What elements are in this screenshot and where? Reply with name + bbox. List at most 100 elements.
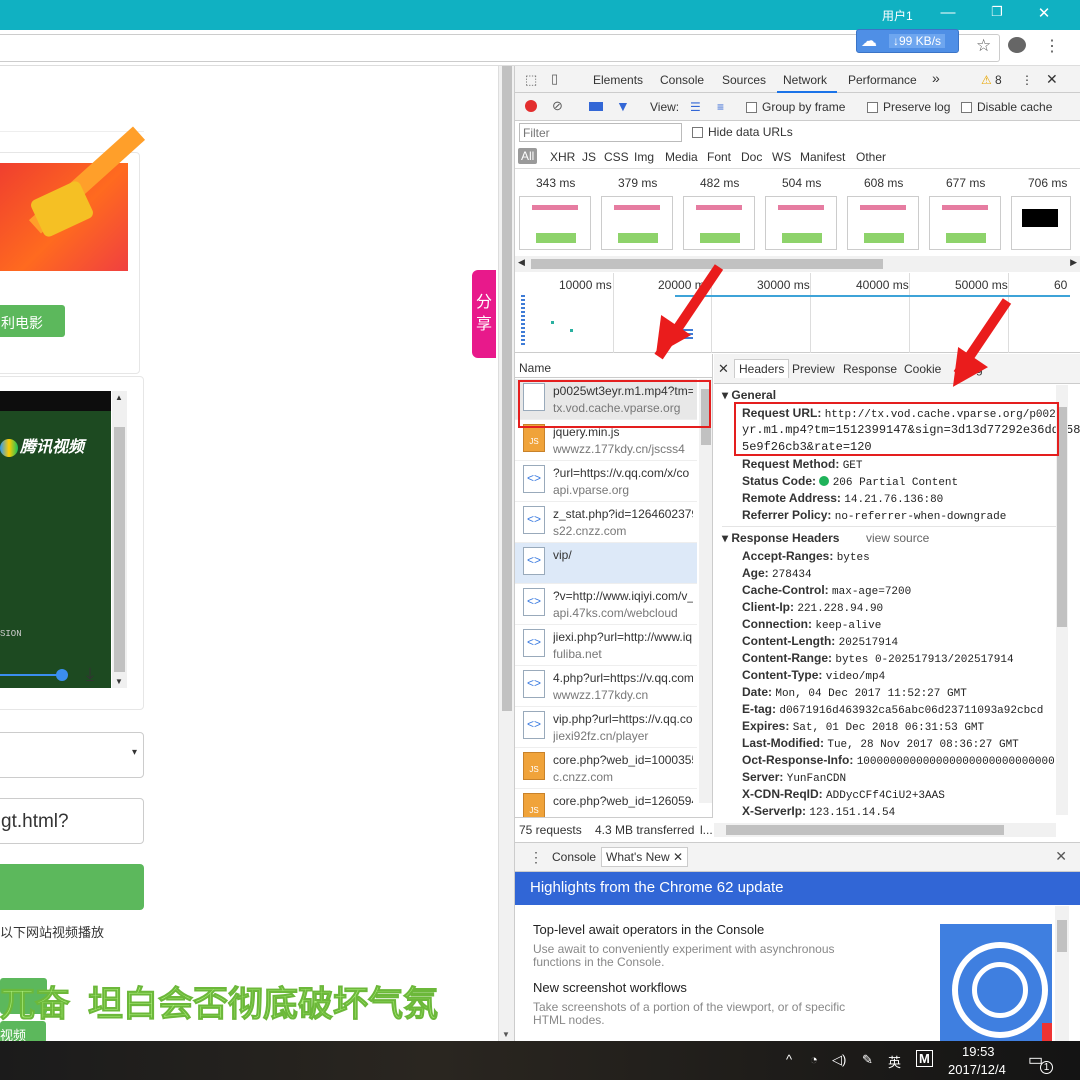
drawer-tab-whats-new[interactable]: What's New ✕ <box>601 847 689 867</box>
header-row: Oct-Response-Info: 100000000000000000000… <box>742 753 1055 768</box>
request-row[interactable]: <> z_stat.php?id=1264602379 s22.cnzz.com <box>515 502 697 543</box>
request-row[interactable]: JS core.php?web_id=1000355 c.cnzz.com <box>515 748 697 789</box>
record-icon[interactable] <box>525 100 537 112</box>
warning-icon[interactable]: ⚠ <box>981 73 992 87</box>
slider-handle[interactable] <box>56 669 68 681</box>
clock-time[interactable]: 19:53 <box>962 1044 995 1059</box>
filter-doc[interactable]: Doc <box>741 150 762 164</box>
bookmark-star-icon[interactable]: ☆ <box>976 36 991 56</box>
wifi-icon[interactable]: ◔ <box>810 1052 818 1067</box>
tab-preview[interactable]: Preview <box>792 362 835 376</box>
whats-new-scrollbar[interactable] <box>1055 906 1069 1041</box>
more-tabs-icon[interactable]: » <box>932 70 940 86</box>
video-scrollbar[interactable]: ▲ ▼ <box>112 391 127 688</box>
restore-button[interactable]: ❐ <box>985 4 1009 20</box>
filter-input[interactable] <box>519 123 682 142</box>
whats-new-item-title[interactable]: Top-level await operators in the Console <box>533 922 764 937</box>
source-select[interactable]: ▾ <box>0 732 144 778</box>
share-button[interactable]: 分享 <box>472 270 496 358</box>
user-profile-label[interactable]: 用户1 <box>882 7 913 24</box>
group-by-frame-checkbox[interactable]: Group by frame <box>746 100 845 114</box>
filter-all[interactable]: All <box>518 148 538 164</box>
page-scrollbar[interactable]: ▼ <box>498 66 514 1041</box>
minimize-button[interactable]: — <box>936 4 960 21</box>
request-row[interactable]: <> 4.php?url=https://v.qq.com wwwzz.177kdy… <box>515 666 697 707</box>
address-bar[interactable] <box>0 34 1000 62</box>
name-column-header[interactable]: Name <box>519 361 551 375</box>
filter-ws[interactable]: WS <box>772 150 791 164</box>
volume-icon[interactable]: ◁) <box>832 1052 846 1068</box>
preserve-log-checkbox[interactable]: Preserve log <box>867 100 950 114</box>
filter-manifest[interactable]: Manifest <box>800 150 845 164</box>
video-player[interactable]: 腾讯视频 SION <box>0 391 111 688</box>
play-button[interactable] <box>0 864 144 910</box>
filter-xhr[interactable]: XHR <box>550 150 575 164</box>
filter-other[interactable]: Other <box>856 150 886 164</box>
close-drawer-icon[interactable]: ✕ <box>1055 848 1067 865</box>
browser-menu-icon[interactable]: ⋮ <box>1044 36 1060 56</box>
close-window-button[interactable]: ✕ <box>1032 4 1056 22</box>
close-devtools-icon[interactable]: ✕ <box>1046 71 1058 88</box>
drawer-tab-console[interactable]: Console <box>552 850 596 864</box>
request-row[interactable]: <> vip/ <box>515 543 697 584</box>
filter-icon[interactable]: ▼ <box>616 98 630 114</box>
headers-h-scrollbar[interactable] <box>714 823 1056 837</box>
request-list-scrollbar[interactable] <box>699 379 712 803</box>
inspect-icon[interactable]: ⬚ <box>525 72 537 88</box>
tab-cookies[interactable]: Cookie <box>904 362 941 376</box>
clear-icon[interactable]: ⊘ <box>552 98 563 114</box>
device-toolbar-icon[interactable]: ▯ <box>551 71 558 87</box>
extension-icon[interactable] <box>1008 37 1026 53</box>
filter-js[interactable]: JS <box>582 150 596 164</box>
clock-date[interactable]: 2017/12/4 <box>948 1062 1006 1077</box>
header-row: Connection: keep-alive <box>742 617 882 632</box>
tab-headers[interactable]: Headers <box>734 359 790 378</box>
screenshot-scrollbar[interactable]: ◀ ▶ <box>515 256 1080 272</box>
tab-elements[interactable]: Elements <box>593 73 643 87</box>
tab-sources[interactable]: Sources <box>722 73 766 87</box>
download-icon[interactable]: ⤓ <box>86 664 94 685</box>
disable-cache-checkbox[interactable]: Disable cache <box>961 100 1052 114</box>
response-headers-toggle[interactable]: ▾ Response Headers <box>722 531 839 545</box>
general-section-toggle[interactable]: ▾ General <box>722 388 776 402</box>
movie-button[interactable]: 利电影 <box>0 305 65 337</box>
tab-console[interactable]: Console <box>660 73 704 87</box>
tab-response[interactable]: Response <box>843 362 897 376</box>
volume-slider[interactable] <box>0 669 68 681</box>
ime-indicator[interactable]: 英 <box>888 1052 901 1071</box>
page-screenshot-thumbnail[interactable] <box>765 196 837 250</box>
tab-performance[interactable]: Performance <box>848 73 917 87</box>
download-speed-widget[interactable]: ☁ ↓99 KB/s <box>856 29 959 53</box>
request-row[interactable]: <> jiexi.php?url=http://www.iq fuliba.net <box>515 625 697 666</box>
whats-new-item-title[interactable]: New screenshot workflows <box>533 980 687 995</box>
capture-screenshots-icon[interactable] <box>589 102 603 111</box>
view-source-link[interactable]: view source <box>866 531 929 545</box>
pen-icon[interactable]: ✎ <box>862 1052 873 1068</box>
waterfall-view-icon[interactable]: ≡ <box>717 100 724 114</box>
drawer-menu-icon[interactable]: ⋮ <box>529 849 543 866</box>
document-icon: <> <box>523 670 545 698</box>
filter-font[interactable]: Font <box>707 150 731 164</box>
filter-css[interactable]: CSS <box>604 150 629 164</box>
filter-media[interactable]: Media <box>665 150 698 164</box>
tab-network[interactable]: Network <box>783 73 827 87</box>
page-screenshot-thumbnail[interactable] <box>929 196 1001 250</box>
devtools-menu-icon[interactable]: ⋮ <box>1021 73 1033 87</box>
page-screenshot-thumbnail[interactable] <box>601 196 673 250</box>
hide-data-urls-checkbox[interactable]: Hide data URLs <box>692 125 793 139</box>
list-view-icon[interactable]: ☰ <box>690 100 701 114</box>
header-row: Cache-Control: max-age=7200 <box>742 583 912 598</box>
request-row[interactable]: <> ?url=https://v.qq.com/x/co api.vparse.o… <box>515 461 697 502</box>
request-row[interactable]: <> ?v=http://www.iqiyi.com/v_ api.47ks.com… <box>515 584 697 625</box>
page-screenshot-thumbnail[interactable] <box>519 196 591 250</box>
video-small-button[interactable]: 视频 <box>0 1021 46 1041</box>
filter-img[interactable]: Img <box>634 150 654 164</box>
chevron-up-icon[interactable]: ^ <box>786 1052 792 1067</box>
page-screenshot-thumbnail[interactable] <box>847 196 919 250</box>
page-screenshot-thumbnail[interactable] <box>1011 196 1071 250</box>
close-detail-icon[interactable]: ✕ <box>718 361 729 377</box>
page-screenshot-thumbnail[interactable] <box>683 196 755 250</box>
request-row[interactable]: <> vip.php?url=https://v.qq.co jiexi92fz.c… <box>515 707 697 748</box>
input-method-icon[interactable]: M <box>916 1050 933 1067</box>
url-input[interactable]: gt.html? <box>0 798 144 844</box>
